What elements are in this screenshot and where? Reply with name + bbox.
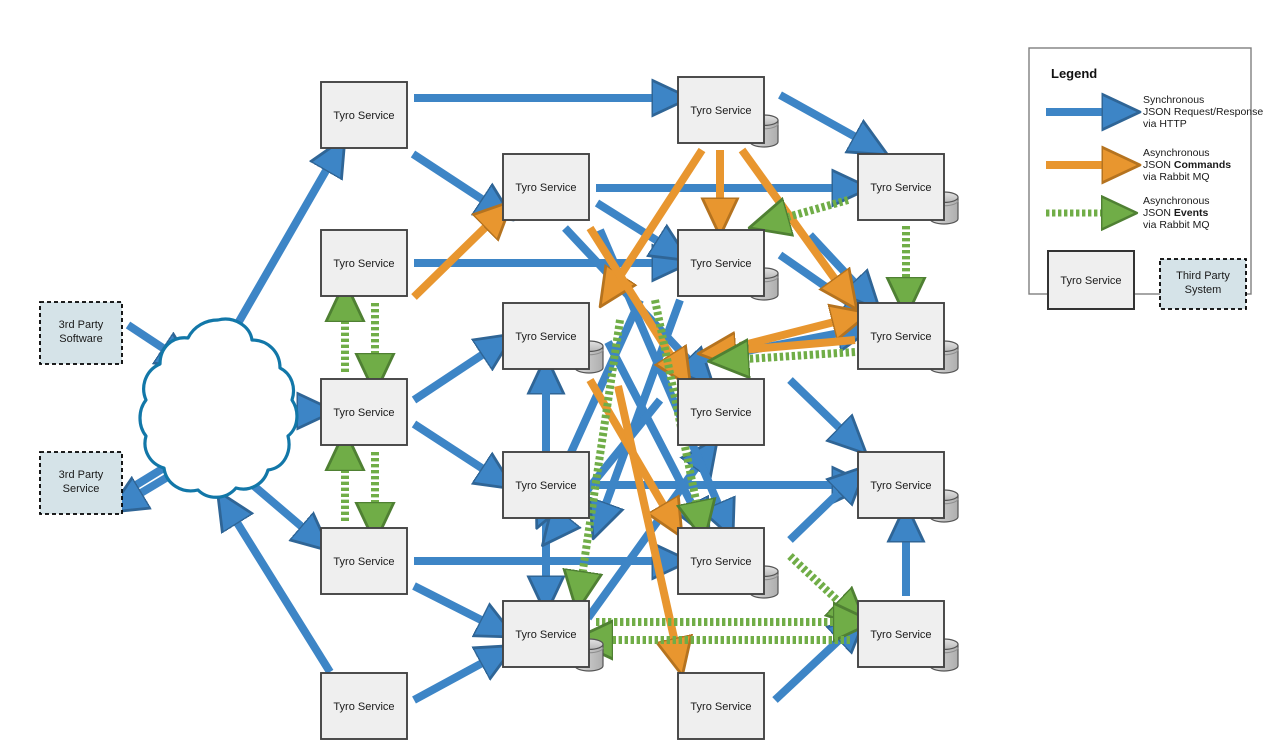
service-label: Tyro Service <box>333 110 394 122</box>
third-party-service-node[interactable]: 3rd Party Service <box>39 451 123 515</box>
third-party-software-label-line2: Software <box>59 333 102 345</box>
service-label: Tyro Service <box>515 480 576 492</box>
legend-sample-service: Tyro Service <box>1047 250 1135 310</box>
service-label: Tyro Service <box>515 182 576 194</box>
legend-title: Legend <box>1051 66 1097 81</box>
legend-commands-line3: via Rabbit MQ <box>1143 171 1210 183</box>
legend-events-line2: JSON Events <box>1143 207 1209 219</box>
legend-sample-service-label: Tyro Service <box>1060 275 1121 287</box>
service-label: Tyro Service <box>690 701 751 713</box>
service-node[interactable]: Tyro Service <box>320 229 408 297</box>
service-node[interactable]: Tyro Service <box>677 76 779 148</box>
service-label: Tyro Service <box>870 480 931 492</box>
service-label: Tyro Service <box>333 701 394 713</box>
service-label: Tyro Service <box>690 258 751 270</box>
service-label: Tyro Service <box>333 407 394 419</box>
legend-commands-line2-bold: Commands <box>1174 159 1231 171</box>
legend-events-line2-bold: Events <box>1174 207 1209 219</box>
third-party-service-label-line1: 3rd Party <box>59 469 104 481</box>
service-node[interactable]: Tyro Service <box>677 672 765 740</box>
legend-sync-line2: JSON Request/Response <box>1143 106 1263 118</box>
service-label: Tyro Service <box>333 258 394 270</box>
service-label: Tyro Service <box>515 629 576 641</box>
third-party-service-label-line2: Service <box>63 483 100 495</box>
legend-sample-third-party: Third Party System <box>1159 258 1247 310</box>
legend-panel: Legend Synchronous JSON Request/Response… <box>1028 47 1263 310</box>
service-node[interactable]: Tyro Service <box>677 527 779 599</box>
legend-events-line3: via Rabbit MQ <box>1143 219 1210 231</box>
service-node[interactable]: Tyro Service <box>857 451 959 523</box>
service-label: Tyro Service <box>333 556 394 568</box>
service-label: Tyro Service <box>870 629 931 641</box>
legend-commands-line1: Asynchronous <box>1143 147 1210 159</box>
service-label: Tyro Service <box>870 182 931 194</box>
third-party-software-node[interactable]: 3rd Party Software <box>39 301 123 365</box>
service-node[interactable]: Tyro Service <box>502 600 604 672</box>
service-node[interactable]: Tyro Service <box>677 229 779 301</box>
legend-sample-third-party-line2: System <box>1185 284 1222 296</box>
service-node[interactable]: Tyro Service <box>320 81 408 149</box>
service-node[interactable]: Tyro Service <box>502 451 590 519</box>
legend-events-line2-plain: JSON <box>1143 207 1174 219</box>
legend-sample-third-party-line1: Third Party <box>1176 270 1230 282</box>
service-node[interactable]: Tyro Service <box>502 153 590 221</box>
service-node[interactable]: Tyro Service <box>857 600 959 672</box>
service-node[interactable]: Tyro Service <box>857 153 959 225</box>
legend-sync-line1: Synchronous <box>1143 94 1204 106</box>
legend-commands-line2-plain: JSON <box>1143 159 1174 171</box>
legend-commands-line2: JSON Commands <box>1143 159 1231 171</box>
legend-sync-line3: via HTTP <box>1143 118 1187 130</box>
service-label: Tyro Service <box>690 105 751 117</box>
service-label: Tyro Service <box>690 407 751 419</box>
service-node[interactable]: Tyro Service <box>677 378 765 446</box>
service-label: Tyro Service <box>690 556 751 568</box>
service-label: Tyro Service <box>515 331 576 343</box>
service-node[interactable]: Tyro Service <box>320 672 408 740</box>
service-label: Tyro Service <box>870 331 931 343</box>
architecture-diagram: 3rd Party Software 3rd Party Service Tyr… <box>0 0 1280 752</box>
service-node[interactable]: Tyro Service <box>320 527 408 595</box>
service-node[interactable]: Tyro Service <box>857 302 959 374</box>
service-node[interactable]: Tyro Service <box>502 302 604 374</box>
third-party-software-label-line1: 3rd Party <box>59 319 104 331</box>
legend-events-line1: Asynchronous <box>1143 195 1210 207</box>
service-node[interactable]: Tyro Service <box>320 378 408 446</box>
